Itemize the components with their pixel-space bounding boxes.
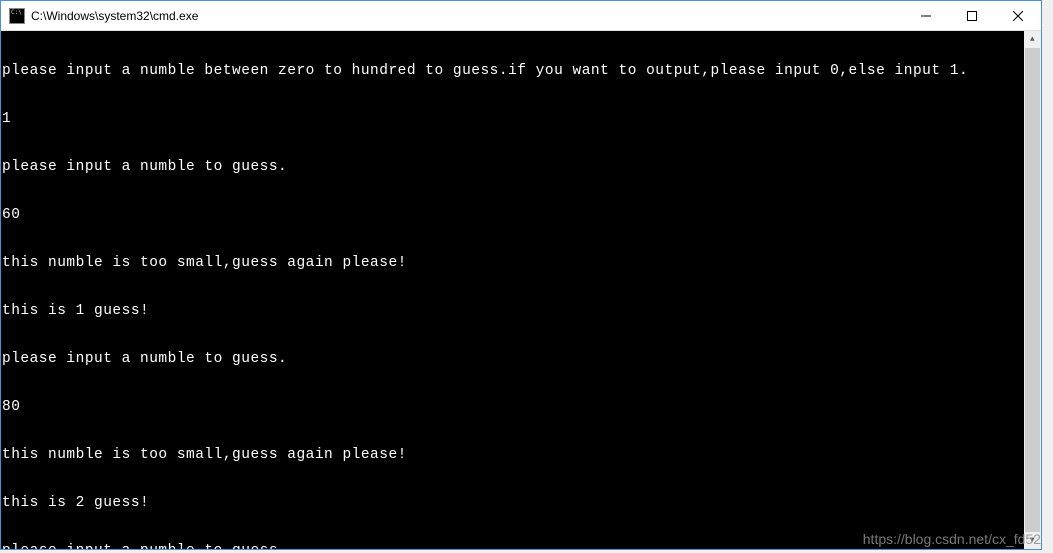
console-line: please input a numble to guess. [1, 543, 1024, 549]
close-button[interactable] [995, 1, 1041, 30]
cmd-icon [9, 8, 25, 24]
window-title: C:\Windows\system32\cmd.exe [31, 9, 903, 23]
minimize-button[interactable] [903, 1, 949, 30]
console-line: please input a numble to guess. [1, 351, 1024, 367]
cmd-window: C:\Windows\system32\cmd.exe please input… [0, 0, 1042, 550]
console-line: this is 2 guess! [1, 495, 1024, 511]
console-area[interactable]: please input a numble between zero to hu… [1, 31, 1041, 549]
console-line: please input a numble between zero to hu… [1, 63, 1024, 79]
console-body: please input a numble between zero to hu… [1, 31, 1024, 549]
console-line: 1 [1, 111, 1024, 127]
console-line: this numble is too small,guess again ple… [1, 447, 1024, 463]
titlebar[interactable]: C:\Windows\system32\cmd.exe [1, 1, 1041, 31]
scroll-track[interactable] [1024, 48, 1041, 532]
vertical-scrollbar[interactable]: ▲ ▼ [1024, 31, 1041, 549]
window-controls [903, 1, 1041, 30]
scroll-down-arrow[interactable]: ▼ [1024, 532, 1041, 549]
console-line: 60 [1, 207, 1024, 223]
console-line: 80 [1, 399, 1024, 415]
console-line: please input a numble to guess. [1, 159, 1024, 175]
scroll-thumb[interactable] [1025, 48, 1040, 532]
console-line: this is 1 guess! [1, 303, 1024, 319]
console-line: this numble is too small,guess again ple… [1, 255, 1024, 271]
maximize-button[interactable] [949, 1, 995, 30]
scroll-up-arrow[interactable]: ▲ [1024, 31, 1041, 48]
